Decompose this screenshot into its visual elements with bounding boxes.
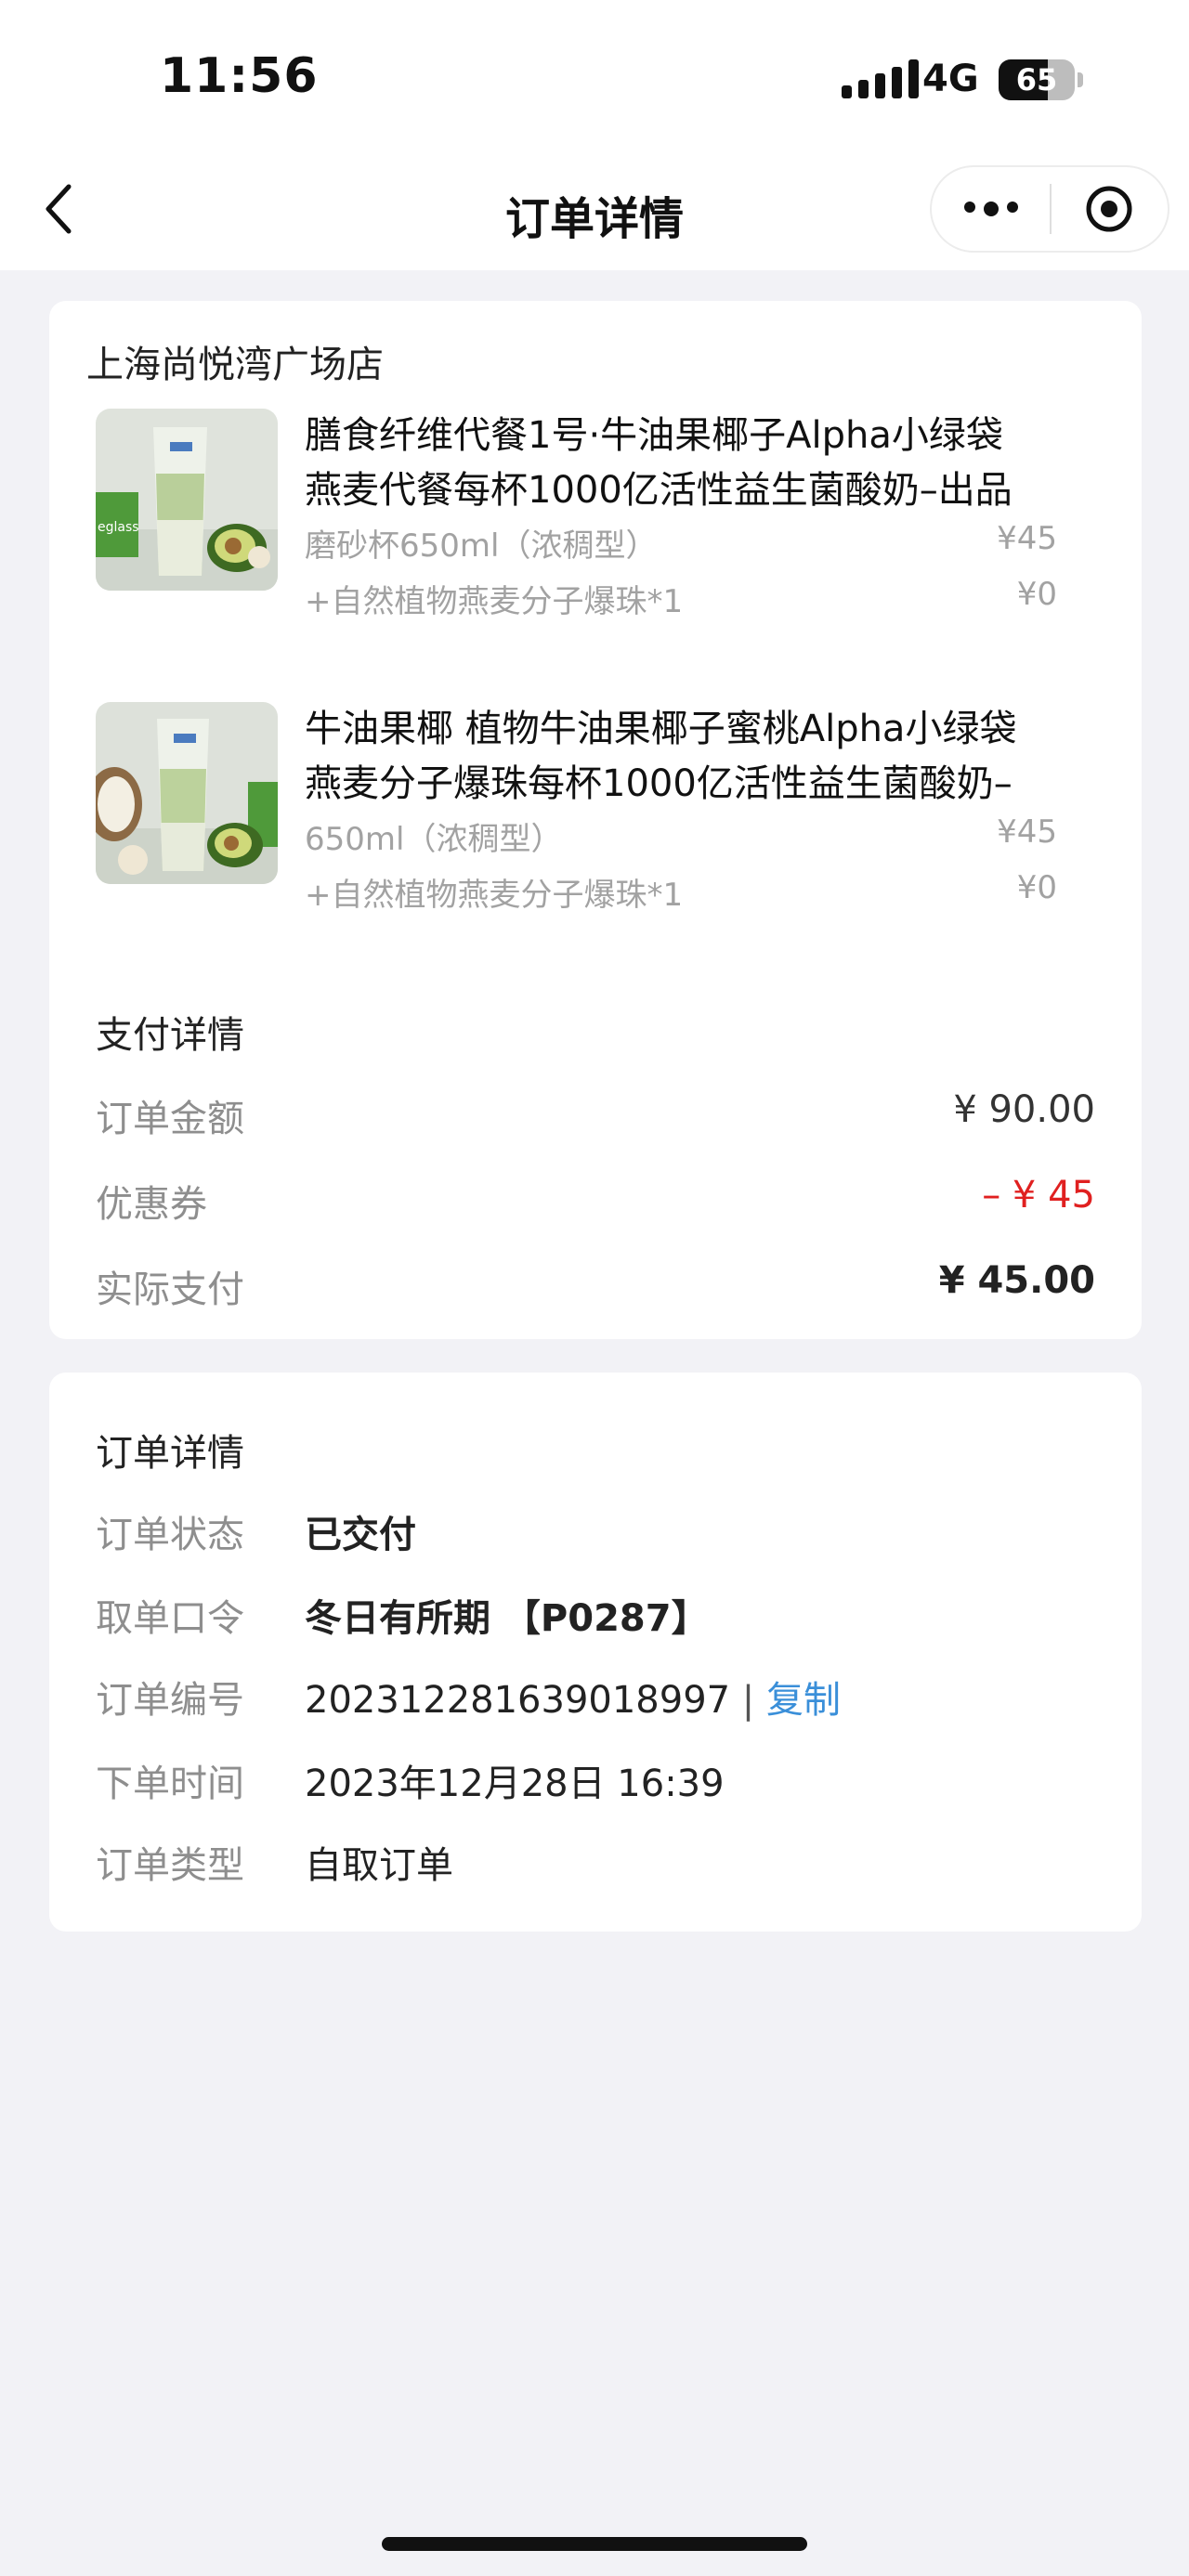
battery-tip [1078, 72, 1083, 87]
item-spec-price: ¥45 [997, 813, 1057, 851]
order-status-value: 已交付 [305, 1514, 416, 1556]
product-thumbnail [96, 702, 278, 884]
item-addon-row: +自然植物燕麦分子爆珠*1 ¥0 [305, 869, 1057, 915]
order-type-value: 自取订单 [305, 1844, 453, 1887]
item-spec-row: 650ml（浓稠型） ¥45 [305, 813, 1057, 859]
order-amount-row: 订单金额 ¥ 90.00 [96, 1088, 1095, 1140]
item-spec-price: ¥45 [997, 520, 1057, 557]
order-items-card: 上海尚悦湾广场店 eglass 膳食纤维代餐1号·牛油果椰子Alpha小绿袋 燕… [49, 301, 1142, 1339]
target-icon [1086, 186, 1132, 232]
network-type: 4G [922, 58, 979, 100]
order-amount-value: ¥ 90.00 [953, 1088, 1095, 1131]
status-bar: 11:56 4G 65 [0, 0, 1189, 158]
actual-paid-value: ¥ 45.00 [938, 1259, 1095, 1302]
order-section-title: 订单详情 [96, 1432, 244, 1475]
item-addon-price: ¥0 [1016, 576, 1057, 613]
item-spec: 磨砂杯650ml（浓稠型） [305, 527, 658, 565]
coupon-value: – ¥ 45 [982, 1174, 1095, 1216]
product-thumbnail: eglass [96, 409, 278, 591]
copy-button[interactable]: 复制 [766, 1679, 841, 1722]
more-button[interactable] [932, 202, 1050, 216]
item-spec: 650ml（浓稠型） [305, 821, 563, 858]
coupon-row: 优惠券 – ¥ 45 [96, 1174, 1095, 1226]
battery-icon: 65 [999, 59, 1075, 100]
item-name: 膳食纤维代餐1号·牛油果椰子Alpha小绿袋 燕麦代餐每杯1000亿活性益生菌酸… [305, 414, 1013, 512]
svg-text:eglass: eglass [98, 520, 139, 535]
item-spec-row: 磨砂杯650ml（浓稠型） ¥45 [305, 520, 1057, 566]
store-name: 上海尚悦湾广场店 [86, 344, 384, 386]
home-indicator [382, 2537, 807, 2551]
payment-section-title: 支付详情 [96, 1014, 244, 1057]
pickup-code-value: 冬日有所期 【P0287】 [305, 1597, 709, 1640]
item-name: 牛油果椰 植物牛油果椰子蜜桃Alpha小绿袋 燕麦分子爆珠每杯1000亿活性益生… [305, 708, 1017, 805]
item-addon: +自然植物燕麦分子爆珠*1 [305, 877, 684, 914]
item-addon-price: ¥0 [1016, 869, 1057, 906]
battery-level: 65 [1015, 62, 1058, 98]
order-number-value: 202312281639018997 [305, 1679, 731, 1722]
order-time-value: 2023年12月28日 16:39 [305, 1763, 725, 1805]
mini-program-capsule [930, 165, 1169, 253]
signal-icon [842, 59, 919, 98]
item-addon-row: +自然植物燕麦分子爆珠*1 ¥0 [305, 576, 1057, 621]
actual-paid-row: 实际支付 ¥ 45.00 [96, 1259, 1095, 1311]
status-time: 11:56 [160, 48, 319, 104]
close-button[interactable] [1052, 183, 1168, 235]
order-details-card: 订单详情 订单状态 已交付 取单口令 冬日有所期 【P0287】 订单编号 20… [49, 1373, 1142, 1932]
item-addon: +自然植物燕麦分子爆珠*1 [305, 583, 684, 620]
